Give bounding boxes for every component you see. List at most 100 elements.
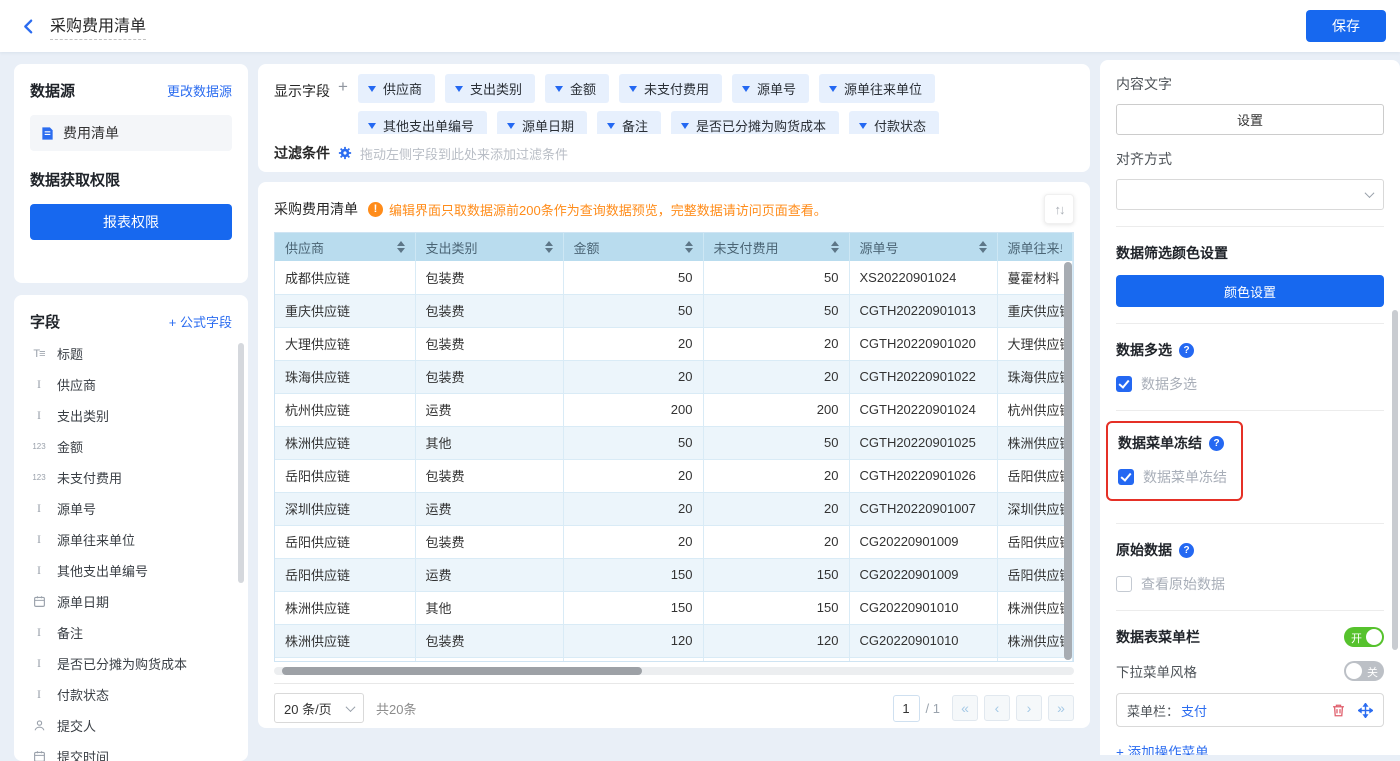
filter-panel[interactable]: 过滤条件 拖动左侧字段到此处来添加过滤条件 <box>258 134 1090 172</box>
column-header[interactable]: 源单号 <box>849 233 998 261</box>
sort-icon[interactable] <box>978 241 987 253</box>
table-row: 岳阳供应链 包装费 20 20 CG20220901009 岳阳供应链 <box>275 525 1073 559</box>
report-permission-button[interactable]: 报表权限 <box>30 204 232 240</box>
page-size-select[interactable]: 20 条/页 <box>274 693 364 723</box>
table-cell: CG20220901010 <box>849 591 998 625</box>
column-header[interactable]: 支出类别 <box>415 233 564 261</box>
table-cell: 深圳供应链 <box>275 492 416 526</box>
first-page-button[interactable]: « <box>952 695 978 721</box>
column-header[interactable]: 供应商 <box>275 233 416 261</box>
table-menubar-toggle[interactable]: 开 <box>1344 627 1384 647</box>
back-button[interactable] <box>14 12 42 40</box>
trash-icon[interactable] <box>1331 703 1346 718</box>
column-header[interactable]: 源单往来单位 <box>997 233 1073 261</box>
checkbox-checked-icon[interactable] <box>1118 469 1134 485</box>
last-page-button[interactable]: » <box>1048 695 1074 721</box>
field-item[interactable]: 提交人 <box>30 710 232 741</box>
table-horizontal-scrollbar-thumb[interactable] <box>282 667 642 675</box>
field-item[interactable]: I 支出类别 <box>30 400 232 431</box>
table-cell: CGTH20220901020 <box>849 327 998 361</box>
data-table: 供应商支出类别金额未支付费用源单号源单往来单位 成都供应链包装费5050XS20… <box>274 232 1074 662</box>
sort-icon[interactable] <box>396 241 405 253</box>
table-row: 岳阳供应链 包装费 20 20 CGTH20220901026 岳阳供应链 <box>275 459 1073 493</box>
column-header[interactable]: 未支付费用 <box>703 233 850 261</box>
chip-label: 源单日期 <box>521 119 574 134</box>
field-item[interactable]: 源单日期 <box>30 586 232 617</box>
content-text-settings-button[interactable]: 设置 <box>1116 104 1384 135</box>
field-item[interactable]: 提交时间 <box>30 741 232 761</box>
table-vertical-scrollbar[interactable] <box>1064 262 1072 660</box>
help-icon[interactable]: ? <box>1209 435 1224 451</box>
field-item[interactable]: I 备注 <box>30 617 232 648</box>
table-cell: 50 <box>563 294 704 328</box>
table-menubar-title: 数据表菜单栏 <box>1116 629 1200 645</box>
field-item[interactable]: 123 金额 <box>30 431 232 462</box>
color-settings-button[interactable]: 颜色设置 <box>1116 275 1384 307</box>
next-page-button[interactable]: › <box>1016 695 1042 721</box>
help-icon[interactable]: ? <box>1179 542 1194 558</box>
text-field-icon: I <box>37 687 41 701</box>
table-cell: 株洲供应链 <box>275 591 416 625</box>
table-cell: CGTH20220901007 <box>849 492 998 526</box>
table-panel: 采购费用清单 ! 编辑界面只取数据源前200条作为查询数据预览，完整数据请访问页… <box>258 182 1090 728</box>
field-item[interactable]: I 是否已分摊为购货成本 <box>30 648 232 679</box>
divider <box>1116 323 1384 324</box>
page-number-input[interactable]: 1 <box>892 694 920 722</box>
table-cell: 岳阳供应链 <box>997 558 1073 592</box>
column-header[interactable]: 金额 <box>563 233 704 261</box>
topbar: 采购费用清单 保存 <box>0 0 1400 52</box>
move-icon[interactable] <box>1358 702 1373 718</box>
menu-item-value-link[interactable]: 支付 <box>1181 701 1207 720</box>
sort-icon[interactable] <box>830 241 839 253</box>
display-field-chip[interactable]: 支出类别 <box>444 74 535 103</box>
change-datasource-link[interactable]: 更改数据源 <box>167 81 232 100</box>
display-field-chip[interactable]: 源单往来单位 <box>819 74 936 103</box>
add-display-field-button[interactable]: + <box>338 78 348 140</box>
display-field-chip[interactable]: 未支付费用 <box>618 74 722 103</box>
filter-placeholder: 拖动左侧字段到此处来添加过滤条件 <box>360 146 569 162</box>
date-field-icon <box>30 750 48 761</box>
field-item[interactable]: 123 未支付费用 <box>30 462 232 493</box>
add-action-menu-link[interactable]: + 添加操作菜单 <box>1116 741 1384 755</box>
raw-data-checkbox-row[interactable]: 查看原始数据 <box>1116 574 1384 594</box>
sort-order-button[interactable]: ↑↓ <box>1044 194 1074 224</box>
display-field-chip[interactable]: 供应商 <box>357 74 435 103</box>
table-cell: 150 <box>703 558 850 592</box>
field-item[interactable]: T≡ 标题 <box>30 338 232 369</box>
chevron-down-icon <box>829 85 838 92</box>
field-item-label: 金额 <box>57 440 84 455</box>
align-select[interactable] <box>1116 179 1384 210</box>
chip-label: 是否已分摊为购货成本 <box>695 119 826 134</box>
menu-item-label: 菜单栏： <box>1127 703 1180 719</box>
field-item[interactable]: I 付款状态 <box>30 679 232 710</box>
add-formula-field-link[interactable]: + 公式字段 <box>169 312 232 331</box>
sort-icon[interactable] <box>684 241 693 253</box>
table-cell: 包装费 <box>415 261 564 295</box>
table-cell: 20 <box>563 327 704 361</box>
checkbox-unchecked-icon[interactable] <box>1116 576 1132 592</box>
chip-label: 备注 <box>621 119 648 134</box>
checkbox-checked-icon[interactable] <box>1116 376 1132 392</box>
dropdown-style-toggle[interactable]: 关 <box>1344 661 1384 681</box>
field-item[interactable]: I 源单号 <box>30 493 232 524</box>
field-item[interactable]: I 其他支出单编号 <box>30 555 232 586</box>
datasource-item[interactable]: 费用清单 <box>30 115 232 151</box>
display-field-chip[interactable]: 源单号 <box>732 74 810 103</box>
menu-freeze-checkbox-row[interactable]: 数据菜单冻结 <box>1118 467 1227 487</box>
multi-select-checkbox-row[interactable]: 数据多选 <box>1116 374 1384 394</box>
display-field-chip[interactable]: 金额 <box>544 74 609 103</box>
help-icon[interactable]: ? <box>1179 342 1194 358</box>
table-cell: 50 <box>563 426 704 460</box>
content-text-label: 内容文字 <box>1116 76 1172 92</box>
sort-icon[interactable] <box>544 241 553 253</box>
panel-scrollbar[interactable] <box>1392 310 1398 650</box>
save-button[interactable]: 保存 <box>1306 10 1386 42</box>
prev-page-button[interactable]: ‹ <box>984 695 1010 721</box>
field-item[interactable]: I 源单往来单位 <box>30 524 232 555</box>
table-cell <box>997 657 1073 661</box>
field-item[interactable]: I 供应商 <box>30 369 232 400</box>
table-horizontal-scrollbar-track[interactable] <box>274 667 1074 675</box>
fields-scrollbar[interactable] <box>238 343 244 583</box>
title-field-icon: T≡ <box>33 347 45 360</box>
gear-icon[interactable] <box>338 146 352 160</box>
